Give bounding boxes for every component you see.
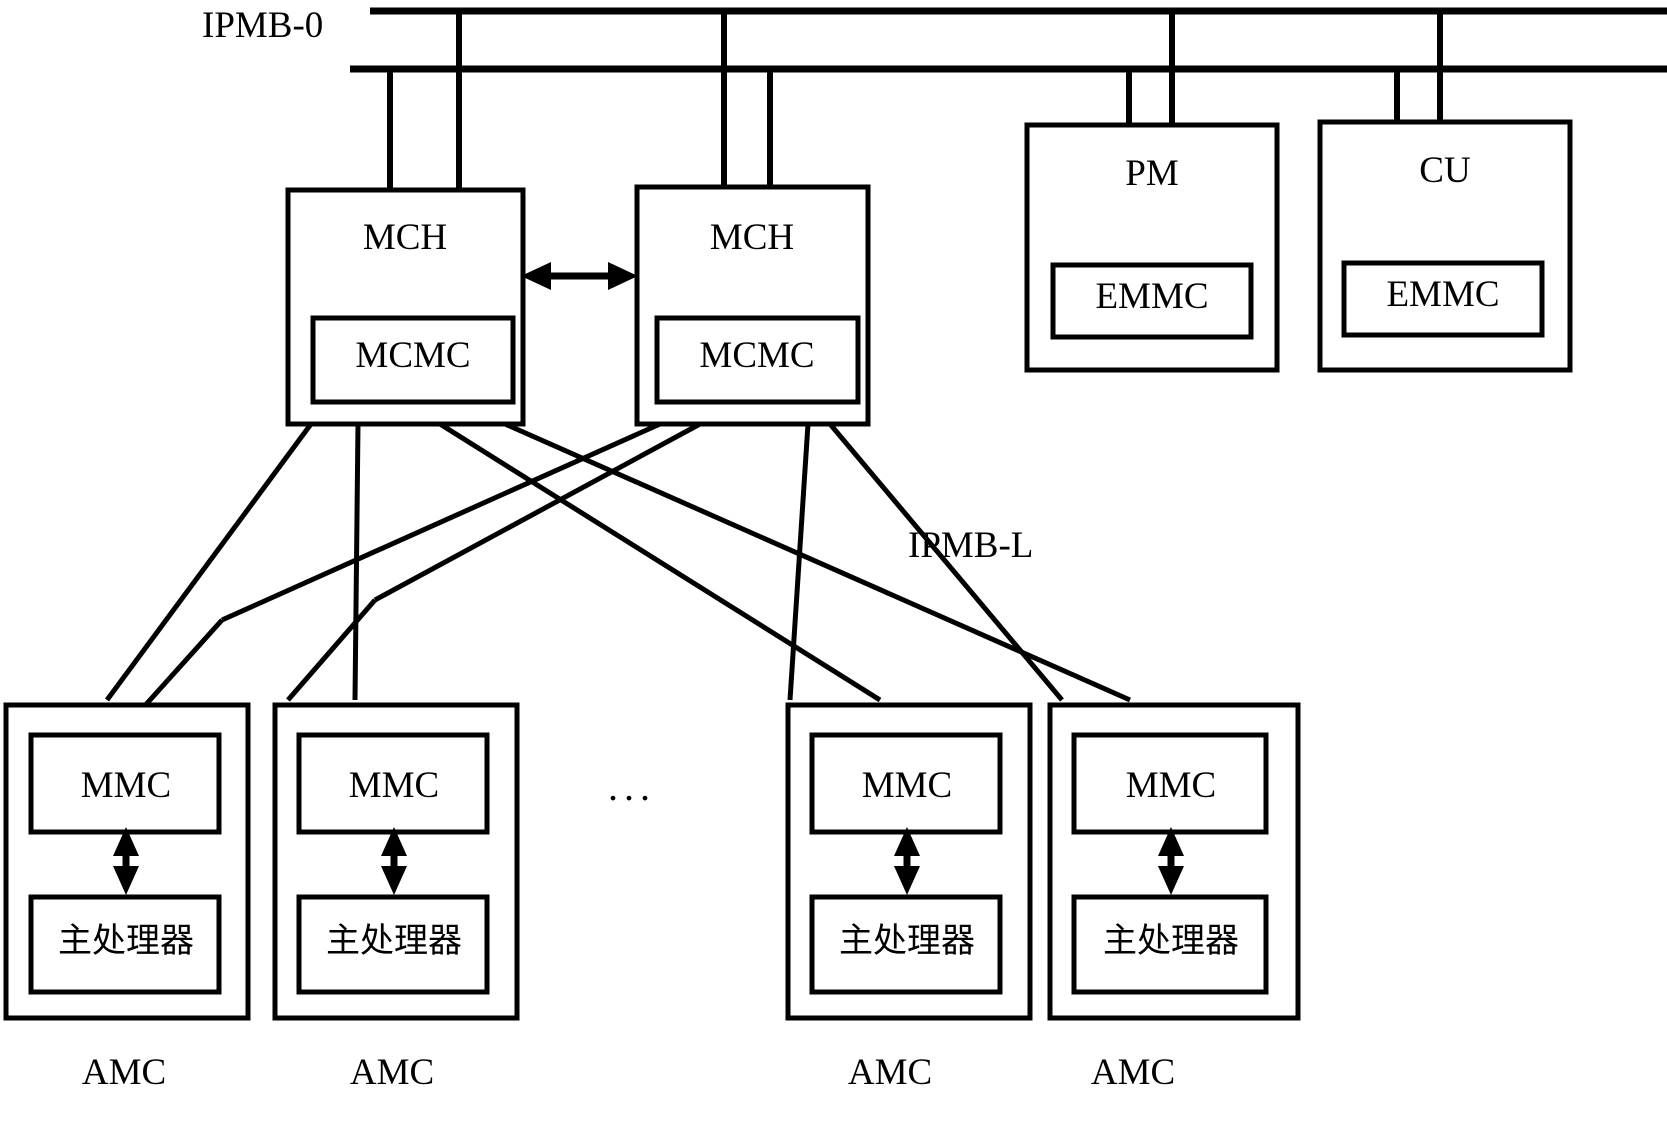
cu-label: CU: [1419, 150, 1470, 191]
mch-1-label: MCH: [363, 217, 447, 258]
amc-4-caption: AMC: [1091, 1052, 1175, 1093]
mch-2-label: MCH: [710, 217, 794, 258]
ipmbl-links-mch2: [130, 421, 1064, 722]
unit-mch-2[interactable]: MCH MCMC: [634, 184, 871, 427]
unit-amc-3[interactable]: MMC 主处理器 AMC: [785, 702, 1033, 1093]
amc-3-caption: AMC: [848, 1052, 932, 1093]
cpu-2-label: 主处理器: [326, 921, 462, 961]
mch-interconnect-arrow: [521, 262, 638, 290]
amc-1-caption: AMC: [82, 1052, 166, 1093]
emmc-pm-label: EMMC: [1095, 276, 1208, 317]
link-mch2-amc2-tail: [286, 598, 377, 702]
mmc-1-label: MMC: [81, 765, 171, 806]
mmc-4-label: MMC: [1126, 765, 1216, 806]
unit-amc-2[interactable]: MMC 主处理器 AMC: [272, 702, 520, 1093]
mch-arrow-head-right: [608, 262, 638, 290]
mmc-3-label: MMC: [862, 765, 952, 806]
ipmb0-label: IPMB-0: [202, 5, 323, 46]
unit-amc-4[interactable]: MMC 主处理器 AMC: [1047, 702, 1301, 1093]
unit-mch-1[interactable]: MCH MCMC: [285, 187, 526, 427]
cpu-1-label: 主处理器: [58, 921, 194, 961]
pm-label: PM: [1125, 153, 1178, 194]
cpu-4-label: 主处理器: [1103, 921, 1239, 961]
cpu-3-label: 主处理器: [839, 921, 975, 961]
link-mch2-amc3: [787, 423, 811, 701]
ipmb0-bus: [350, 7, 1667, 73]
ipmbl-label: IPMB-L: [908, 525, 1033, 566]
link-mch1-amc1: [104, 422, 314, 702]
mcmc-1-label: MCMC: [355, 335, 470, 376]
amc-2-caption: AMC: [350, 1052, 434, 1093]
architecture-diagram: IPMB-0 MCH MCMC MCH MCMC PM EMMC CU EMMC…: [3, 5, 1667, 1093]
diagram-canvas: IPMB-0 MCH MCMC MCH MCMC PM EMMC CU EMMC…: [0, 0, 1667, 1138]
link-mch2-amc2: [373, 421, 702, 603]
emmc-cu-label: EMMC: [1386, 274, 1499, 315]
mcmc-2-label: MCMC: [699, 335, 814, 376]
unit-cu[interactable]: CU EMMC: [1317, 119, 1573, 373]
mmc-2-label: MMC: [349, 765, 439, 806]
unit-amc-1[interactable]: MMC 主处理器 AMC: [3, 702, 251, 1093]
amc-ellipsis: ...: [608, 764, 656, 809]
bus-drop-stubs: [387, 11, 1443, 190]
unit-pm[interactable]: PM EMMC: [1024, 122, 1280, 373]
